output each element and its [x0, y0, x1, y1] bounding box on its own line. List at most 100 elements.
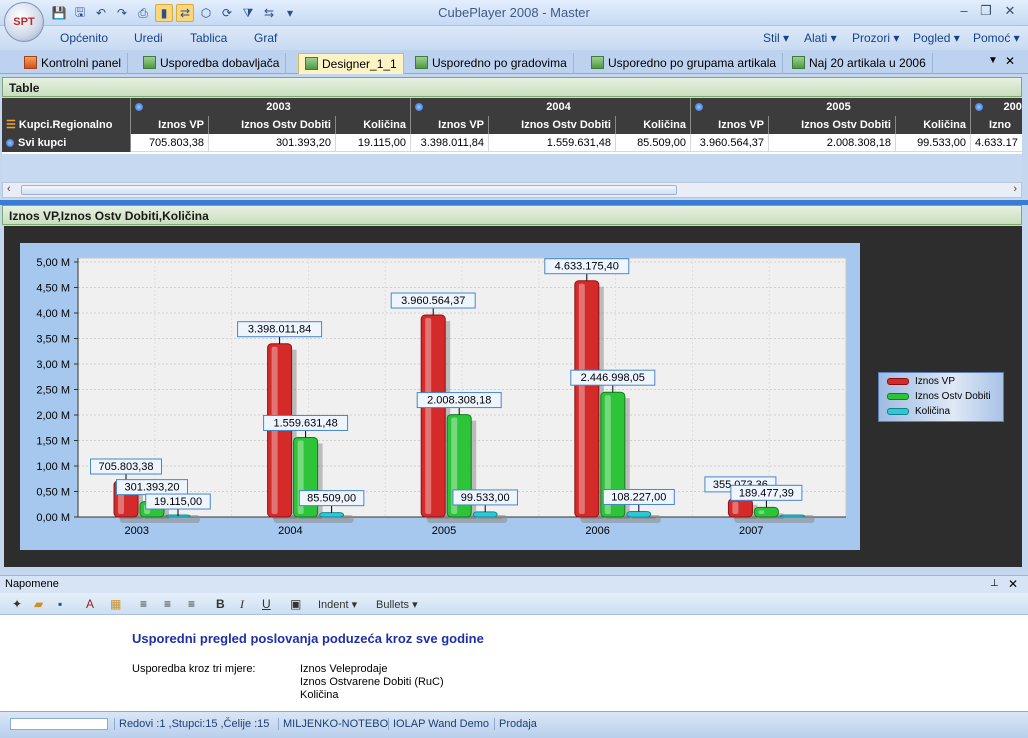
- notes-close-icon[interactable]: ✕: [1008, 577, 1018, 591]
- scroll-left-icon[interactable]: ‹: [7, 183, 11, 195]
- underline-button[interactable]: U: [262, 596, 271, 612]
- pin-icon[interactable]: ⊥: [990, 578, 999, 589]
- bar-depth-shadow: [631, 517, 656, 519]
- measure-header[interactable]: Iznos Ostv Dobiti: [209, 116, 336, 134]
- measure-header[interactable]: Iznos Ostv Dobiti: [489, 116, 616, 134]
- year-header-2005[interactable]: 2005: [691, 98, 971, 116]
- menu-tablica[interactable]: Tablica: [190, 31, 227, 45]
- bar: [319, 512, 345, 518]
- horizontal-scrollbar[interactable]: ‹ ›: [2, 182, 1022, 198]
- row-header-svi-kupci[interactable]: Svi kupci: [2, 134, 131, 152]
- title-bar: 💾 🖫 ↶ ↷ ⎙ ▮ ⇄ ⬡ ⟳ ⧩ ⇆ ▾ CubePlayer 2008 …: [0, 0, 1028, 26]
- y-tick-label: 0,00 M: [36, 512, 70, 524]
- spellcheck-icon[interactable]: A: [86, 596, 94, 612]
- hierarchy-icon: ☰: [6, 119, 19, 131]
- menu-uredi[interactable]: Uredi: [134, 31, 163, 45]
- scrollbar-thumb[interactable]: [21, 185, 677, 195]
- align-center-icon[interactable]: ≡: [164, 596, 171, 612]
- data-label: 3.398.011,84: [248, 324, 311, 336]
- y-tick-label: 5,00 M: [36, 257, 70, 269]
- menu-prozori[interactable]: Prozori ▾: [852, 31, 899, 45]
- tab-usporedno-grupama[interactable]: Usporedno po grupama artikala: [585, 53, 784, 74]
- table-cell[interactable]: 19.115,00: [336, 134, 411, 152]
- year-header-2004[interactable]: 2004: [411, 98, 691, 116]
- status-server: IOLAP Wand Demo: [388, 718, 489, 730]
- menu-pogled[interactable]: Pogled ▾: [913, 31, 960, 45]
- save-icon[interactable]: ▪: [58, 596, 62, 612]
- expand-icon: [135, 103, 143, 111]
- measure-header[interactable]: Iznos VP: [131, 116, 209, 134]
- measure-header[interactable]: Količina: [616, 116, 691, 134]
- table-insert-icon[interactable]: ▦: [110, 596, 121, 612]
- open-folder-icon[interactable]: ▰: [34, 596, 43, 612]
- legend-item: Iznos VP: [887, 376, 955, 387]
- bar: [727, 498, 753, 518]
- tab-usporedno-gradovima[interactable]: Usporedno po gradovima: [409, 53, 574, 74]
- row-dimension-header[interactable]: ☰ Kupci.Regionalno: [2, 116, 131, 134]
- measure-header[interactable]: Količina: [896, 116, 971, 134]
- bar-depth-shadow: [478, 517, 503, 519]
- y-tick-label: 2,00 M: [36, 410, 70, 422]
- app-logo: SPT: [13, 16, 35, 28]
- app-menu-button[interactable]: SPT: [4, 2, 44, 42]
- expand-icon: [975, 103, 983, 111]
- table-cell[interactable]: 99.533,00: [896, 134, 971, 152]
- measure-header[interactable]: Iznos VP: [411, 116, 489, 134]
- chart-area[interactable]: 0,00 M 0,50 M 1,00 M 1,50 M 2,00 M 2,50 M 3,00…: [20, 243, 860, 550]
- notes-editor[interactable]: Usporedni pregled poslovanja poduzeća kr…: [0, 615, 1028, 711]
- bar: [420, 314, 446, 518]
- measure-header[interactable]: Iznos VP: [691, 116, 769, 134]
- data-label: 2.008.308,18: [427, 395, 491, 407]
- grid-empty-area: [2, 154, 1022, 182]
- scroll-right-icon[interactable]: ›: [1013, 183, 1017, 195]
- menu-opcenito[interactable]: Općenito: [60, 31, 108, 45]
- table-cell[interactable]: 3.398.011,84: [411, 134, 489, 152]
- indent-dropdown[interactable]: Indent ▾: [318, 596, 357, 612]
- align-left-icon[interactable]: ≡: [140, 596, 147, 612]
- close-button[interactable]: ✕: [996, 3, 1024, 21]
- bar: [472, 511, 498, 518]
- sheet-icon: [305, 57, 318, 70]
- table-cell[interactable]: 705.803,38: [131, 134, 209, 152]
- chart-legend: Iznos VP Iznos Ostv Dobiti Količina: [878, 372, 1004, 422]
- notes-measure: Iznos Ostvarene Dobiti (RuC): [300, 676, 444, 688]
- tabs-dropdown-icon[interactable]: ▼: [988, 55, 998, 66]
- new-note-icon[interactable]: ✦: [12, 596, 22, 612]
- table-cell[interactable]: 85.509,00: [616, 134, 691, 152]
- bar-highlight: [732, 501, 739, 514]
- measure-header[interactable]: Izno: [971, 116, 1022, 134]
- menu-pomoc[interactable]: Pomoć ▾: [973, 31, 1020, 45]
- y-tick-label: 3,00 M: [36, 359, 70, 371]
- italic-button[interactable]: I: [240, 596, 244, 612]
- align-right-icon[interactable]: ≡: [188, 596, 195, 612]
- notes-title: Napomene: [5, 578, 59, 590]
- table-cell[interactable]: 3.960.564,37: [691, 134, 769, 152]
- measure-header[interactable]: Količina: [336, 116, 411, 134]
- year-header-2003[interactable]: 2003: [131, 98, 411, 116]
- bold-button[interactable]: B: [216, 596, 225, 612]
- bullets-dropdown[interactable]: Bullets ▾: [376, 596, 418, 612]
- tab-naj-20[interactable]: Naj 20 artikala u 2006: [786, 53, 933, 74]
- measure-header[interactable]: Iznos Ostv Dobiti: [769, 116, 896, 134]
- year-header-2006[interactable]: 2006: [971, 98, 1022, 116]
- tab-designer[interactable]: Designer_1_1: [298, 53, 404, 74]
- tab-close-icon[interactable]: ✕: [1005, 54, 1015, 68]
- pivot-grid[interactable]: 2003 2004 2005 2006 ☰ Kupci.Regionalno I…: [2, 98, 1022, 154]
- table-cell[interactable]: 2.008.308,18: [769, 134, 896, 152]
- tab-usporedba-dobavljaca[interactable]: Usporedba dobavljača: [137, 53, 287, 74]
- table-cell[interactable]: 301.393,20: [209, 134, 336, 152]
- y-tick-label: 0,50 M: [36, 487, 70, 499]
- tab-kontrolni-panel[interactable]: Kontrolni panel: [18, 53, 129, 74]
- menu-alati[interactable]: Alati ▾: [804, 31, 837, 45]
- table-cell[interactable]: 4.633.17: [971, 134, 1022, 152]
- menu-graf[interactable]: Graf: [254, 31, 277, 45]
- notes-heading: Usporedni pregled poslovanja poduzeća kr…: [132, 631, 484, 646]
- progress-bar: [10, 718, 108, 730]
- bar-highlight: [578, 283, 585, 514]
- image-insert-icon[interactable]: ▣: [290, 596, 301, 612]
- status-cube: Prodaja: [494, 718, 537, 730]
- table-cell[interactable]: 1.559.631,48: [489, 134, 616, 152]
- menu-stil[interactable]: Stil ▾: [763, 31, 789, 45]
- sheet-icon: [591, 56, 604, 69]
- status-machine: MILJENKO-NOTEBO: [278, 718, 388, 730]
